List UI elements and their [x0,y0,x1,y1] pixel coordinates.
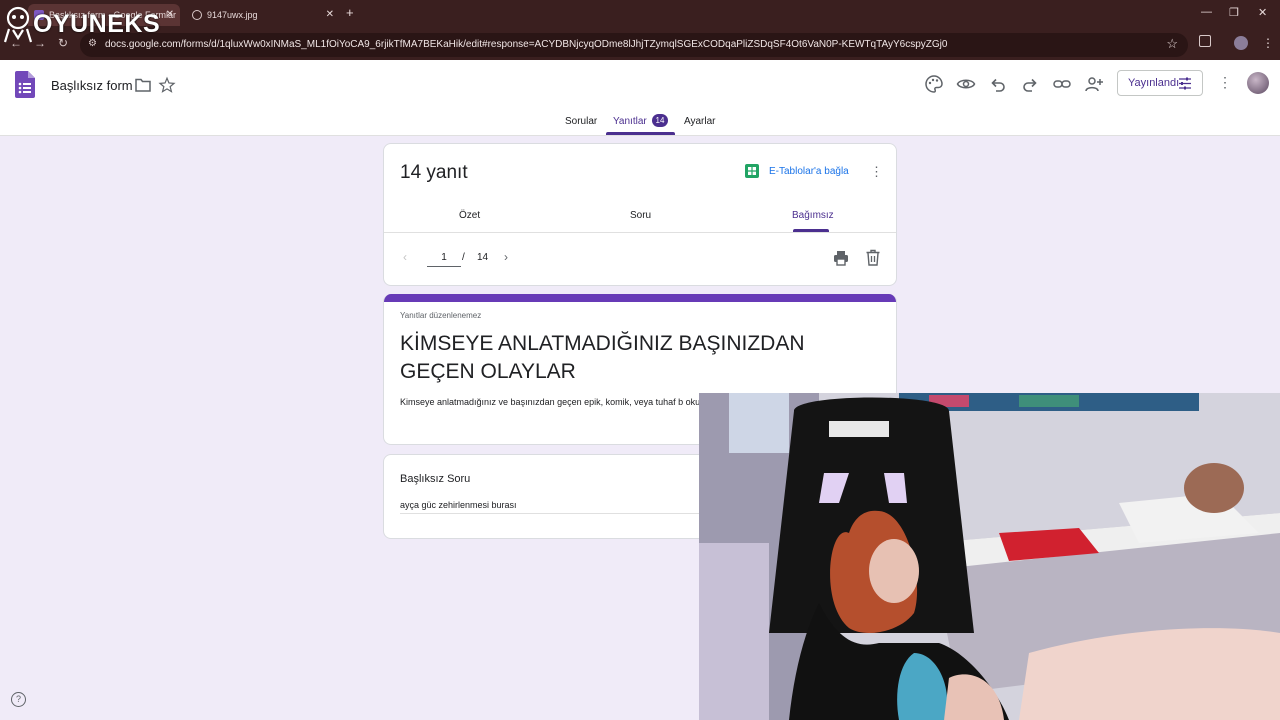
subtab-question[interactable]: Soru [630,210,651,221]
oyuneks-watermark: OYUNEKS [3,4,160,44]
subtab-summary[interactable]: Özet [459,210,480,221]
star-icon[interactable] [158,76,176,94]
published-label: Yayınlandı [1128,77,1180,89]
chevron-right-icon[interactable]: › [504,250,508,264]
bookmark-star-icon[interactable]: ☆ [1166,36,1178,52]
subtab-individual[interactable]: Bağımsız [792,210,834,221]
published-button[interactable]: Yayınlandı [1117,70,1203,96]
browser-chrome: Başlıksız form - Google Formlar ✕ 9147uw… [0,0,1280,60]
sheets-icon[interactable] [745,164,759,178]
trash-icon[interactable] [865,249,881,266]
browser-profile-avatar[interactable] [1234,36,1248,50]
link-icon[interactable] [1052,74,1072,94]
tune-icon [1179,77,1191,90]
chevron-left-icon[interactable]: ‹ [403,250,407,264]
page-total: 14 [477,252,489,263]
tab-questions[interactable]: Sorular [565,116,597,127]
responses-card: 14 yanıt E-Tablolar'a bağla ⋮ Özet Soru … [383,143,897,286]
main-tabs: Sorular Yanıtlar 14 Ayarlar [0,112,1280,136]
not-editable-notice: Yanıtlar düzenlenemez [400,311,482,320]
tab-responses[interactable]: Yanıtlar [613,116,647,127]
form-title[interactable]: Başlıksız form [51,78,133,93]
url-text[interactable]: docs.google.com/forms/d/1qluxWw0xINMaS_M… [105,39,947,50]
active-tab-indicator [606,132,675,135]
responses-count-badge: 14 [652,114,668,127]
undo-icon[interactable] [988,74,1008,94]
close-icon[interactable]: ✕ [166,9,174,20]
question-title: Başlıksız Soru [400,473,471,485]
image-favicon-icon [192,10,202,20]
webcam-overlay [699,393,1280,720]
forms-header: Başlıksız form Yayınlandı ⋮ Sorular Yanı… [0,60,1280,136]
more-vert-icon[interactable]: ⋮ [870,164,883,180]
page-separator: / [462,252,465,263]
webcam-scene [699,393,1280,720]
add-collaborator-icon[interactable] [1084,74,1104,94]
form-heading: KİMSEYE ANLATMADIĞINIZ BAŞINIZDAN GEÇEN … [400,332,805,383]
window-close-icon[interactable]: ✕ [1258,6,1267,19]
tab-title: 9147uwx.jpg [207,10,258,20]
browser-tab-image[interactable]: 9147uwx.jpg ✕ [188,4,340,26]
accent-band [384,294,896,302]
responses-count-title: 14 yanıt [400,162,468,183]
tab-settings[interactable]: Ayarlar [684,116,716,127]
folder-icon[interactable] [135,78,151,92]
new-tab-icon[interactable]: + [346,5,354,20]
close-icon[interactable]: ✕ [326,9,334,20]
redo-icon[interactable] [1020,74,1040,94]
watermark-text: OYUNEKS [33,9,161,38]
minimize-icon[interactable]: — [1201,6,1212,18]
address-bar[interactable]: ⚙ docs.google.com/forms/d/1qluxWw0xINMaS… [80,33,1188,57]
page-number-input[interactable]: 1 [427,249,461,267]
link-to-sheets-button[interactable]: E-Tablolar'a bağla [769,166,849,177]
browser-menu-icon[interactable]: ⋮ [1262,36,1274,50]
oyuneks-logo-icon [3,6,33,43]
divider [384,232,896,233]
address-bar-row: ← → ↻ ⚙ docs.google.com/forms/d/1qluxWw0… [0,30,1280,58]
user-avatar[interactable] [1247,72,1269,94]
extensions-icon[interactable] [1199,35,1211,47]
preview-eye-icon[interactable] [956,74,976,94]
more-vert-icon[interactable]: ⋮ [1218,74,1232,91]
forms-logo-icon[interactable] [15,71,35,98]
print-icon[interactable] [833,250,849,266]
palette-icon[interactable] [924,74,944,94]
help-icon[interactable]: ? [11,692,26,707]
restore-icon[interactable]: ❐ [1229,6,1239,19]
